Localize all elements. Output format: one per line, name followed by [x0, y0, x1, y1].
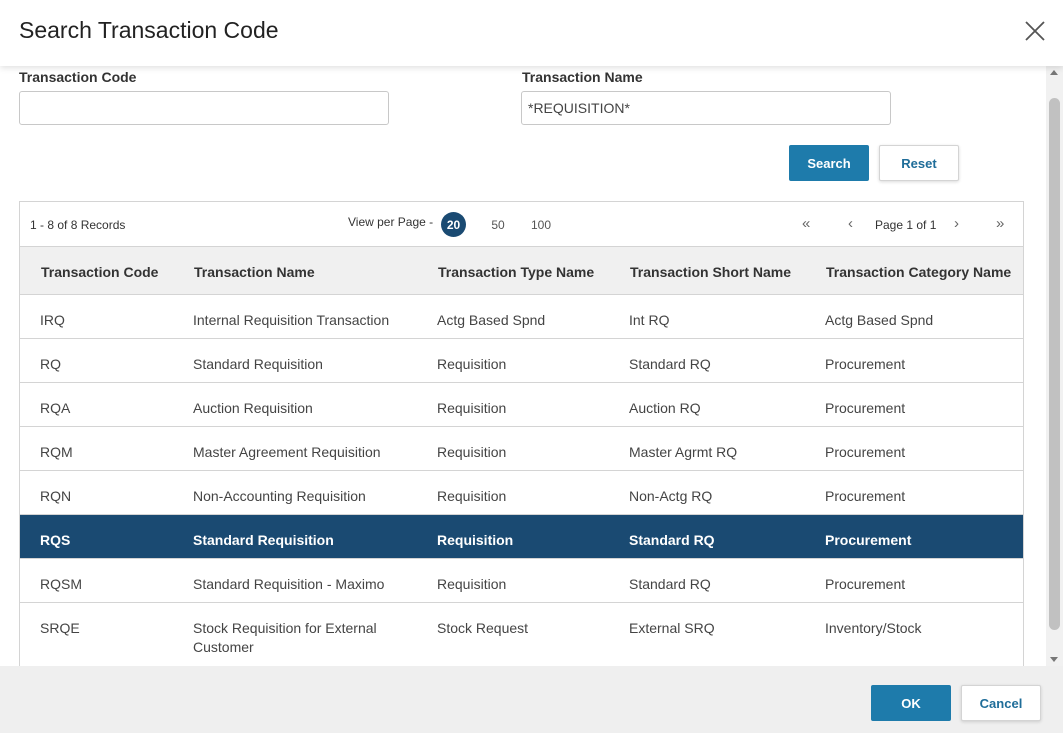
per-page-option-50[interactable]: 50: [486, 213, 510, 237]
table-row[interactable]: RQSM Standard Requisition - Maximo Requisi…: [20, 559, 1023, 603]
table-row[interactable]: RQN Non-Accounting Requisition Requisition…: [20, 471, 1023, 515]
table-cell: RQN: [40, 488, 72, 504]
search-button[interactable]: Search: [789, 145, 869, 181]
table-cell: Non-Actg RQ: [629, 488, 713, 504]
table-cell: Requisition: [437, 576, 507, 592]
table-cell: Procurement: [825, 488, 906, 504]
scrollbar[interactable]: [1046, 66, 1063, 666]
table-cell: SRQE: [40, 620, 80, 636]
table-cell: Requisition: [437, 532, 514, 548]
table-header: Transaction Code Transaction Name Transa…: [20, 247, 1023, 295]
table-cell: Int RQ: [629, 312, 670, 328]
reset-button[interactable]: Reset: [879, 145, 959, 181]
table-cell: RQS: [40, 532, 71, 548]
table-cell: Requisition: [437, 488, 507, 504]
transaction-code-input[interactable]: [19, 91, 389, 125]
table-cell: Standard Requisition: [193, 532, 334, 548]
column-header-short-name[interactable]: Transaction Short Name: [630, 264, 791, 280]
table-cell: Master Agreement Requisition: [193, 444, 381, 460]
column-header-category[interactable]: Transaction Category Name: [826, 264, 1011, 280]
table-cell: Procurement: [825, 532, 912, 548]
table-cell: Procurement: [825, 576, 906, 592]
table-cell: Actg Based Spnd: [437, 312, 546, 328]
table-row[interactable]: RQ Standard Requisition Requisition Standar…: [20, 339, 1023, 383]
table-cell: Requisition: [437, 356, 507, 372]
table-cell: Inventory/Stock: [825, 620, 922, 636]
table-row[interactable]: SRQE Stock Requisition for External Custo…: [20, 603, 1023, 665]
table-cell: Auction Requisition: [193, 400, 313, 416]
table-cell: RQA: [40, 400, 71, 416]
last-page-icon[interactable]: »: [996, 216, 1004, 232]
transaction-code-label: Transaction Code: [19, 69, 137, 85]
per-page-option-100[interactable]: 100: [526, 213, 556, 237]
table-cell: External SRQ: [629, 620, 715, 636]
page-indicator: Page 1 of 1: [875, 218, 937, 232]
table-cell: Procurement: [825, 356, 906, 372]
ok-button[interactable]: OK: [871, 685, 951, 721]
results-grid: 1 - 8 of 8 Records View per Page - 20 50…: [19, 201, 1024, 666]
pager: 1 - 8 of 8 Records View per Page - 20 50…: [20, 202, 1023, 247]
table-cell: Standard RQ: [629, 356, 711, 372]
next-page-icon[interactable]: ›: [954, 216, 959, 232]
transaction-name-label: Transaction Name: [522, 69, 643, 85]
dialog-header: Search Transaction Code: [0, 0, 1063, 66]
table-cell: Standard RQ: [629, 532, 715, 548]
table-cell: Stock Request: [437, 620, 529, 636]
table-cell: Standard RQ: [629, 576, 711, 592]
table-cell: RQM: [40, 444, 73, 460]
column-header-name[interactable]: Transaction Name: [194, 264, 315, 280]
prev-page-icon[interactable]: ‹: [848, 216, 853, 232]
table-cell: Procurement: [825, 444, 906, 460]
table-cell: Requisition: [437, 400, 507, 416]
table-cell: RQSM: [40, 576, 82, 592]
table-cell: Master Agrmt RQ: [629, 444, 738, 460]
cancel-button[interactable]: Cancel: [961, 685, 1041, 721]
per-page-option-20[interactable]: 20: [441, 212, 466, 237]
first-page-icon[interactable]: «: [802, 216, 810, 232]
records-count: 1 - 8 of 8 Records: [30, 218, 126, 232]
table-row[interactable]: RQS Standard Requisition Requisition Standa…: [20, 515, 1023, 559]
table-cell: Standard Requisition: [193, 356, 323, 372]
dialog-body: Transaction Code Transaction Name Search…: [0, 66, 1046, 666]
table-cell: Actg Based Spnd: [825, 312, 934, 328]
table-cell: Stock Requisition for External Customer: [193, 620, 377, 655]
table-cell: Procurement: [825, 400, 906, 416]
table-cell: Requisition: [437, 444, 507, 460]
table-cell: RQ: [40, 356, 61, 372]
scroll-up-icon[interactable]: [1050, 70, 1058, 75]
dialog-title: Search Transaction Code: [19, 17, 279, 43]
column-header-code[interactable]: Transaction Code: [41, 264, 158, 280]
close-icon[interactable]: [1023, 19, 1047, 43]
column-header-type[interactable]: Transaction Type Name: [438, 264, 594, 280]
table-cell: Internal Requisition Transaction: [193, 312, 390, 328]
table-row[interactable]: IRQ Internal Requisition Transaction Actg …: [20, 295, 1023, 339]
view-per-page-label: View per Page -: [348, 215, 434, 229]
scroll-down-icon[interactable]: [1050, 657, 1058, 662]
table-row[interactable]: RQM Master Agreement Requisition Requisiti…: [20, 427, 1023, 471]
dialog-footer: OK Cancel: [0, 666, 1063, 733]
table-cell: Auction RQ: [629, 400, 701, 416]
table-cell: IRQ: [40, 312, 65, 328]
table-cell: Standard Requisition - Maximo: [193, 576, 385, 592]
transaction-name-input[interactable]: [521, 91, 891, 125]
table-cell: Non-Accounting Requisition: [193, 488, 366, 504]
scroll-thumb[interactable]: [1049, 98, 1060, 630]
table-row[interactable]: RQA Auction Requisition Requisition Auction…: [20, 383, 1023, 427]
